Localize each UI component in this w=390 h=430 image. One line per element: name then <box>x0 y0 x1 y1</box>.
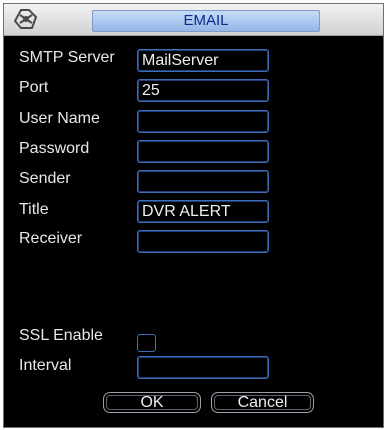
password-label: Password <box>19 140 90 157</box>
title-field[interactable]: DVR ALERT <box>137 200 269 223</box>
receiver-label: Receiver <box>19 230 83 247</box>
port-label: Port <box>19 79 49 96</box>
interval-label: Interval <box>19 357 72 374</box>
smtp-server-field[interactable]: MailServer <box>137 49 269 72</box>
receiver-field[interactable] <box>137 230 269 253</box>
port-field[interactable]: 25 <box>137 79 269 102</box>
ssl-enable-label: SSL Enable <box>19 327 103 344</box>
interval-field[interactable] <box>137 356 269 379</box>
dvr-logo-icon <box>13 9 38 29</box>
user-name-field[interactable] <box>137 110 269 133</box>
password-field[interactable] <box>137 140 269 163</box>
email-dialog: EMAIL SMTP Server MailServer Port 25 Use… <box>3 3 384 428</box>
ssl-enable-checkbox[interactable] <box>137 334 156 352</box>
smtp-server-label: SMTP Server <box>19 49 115 66</box>
title-bar: EMAIL <box>4 4 383 36</box>
window-title: EMAIL <box>92 10 320 32</box>
title-label: Title <box>19 201 49 218</box>
user-name-label: User Name <box>19 110 100 127</box>
sender-field[interactable] <box>137 170 269 193</box>
sender-label: Sender <box>19 170 71 187</box>
cancel-button[interactable]: Cancel <box>211 392 314 413</box>
ok-button[interactable]: OK <box>103 392 201 413</box>
